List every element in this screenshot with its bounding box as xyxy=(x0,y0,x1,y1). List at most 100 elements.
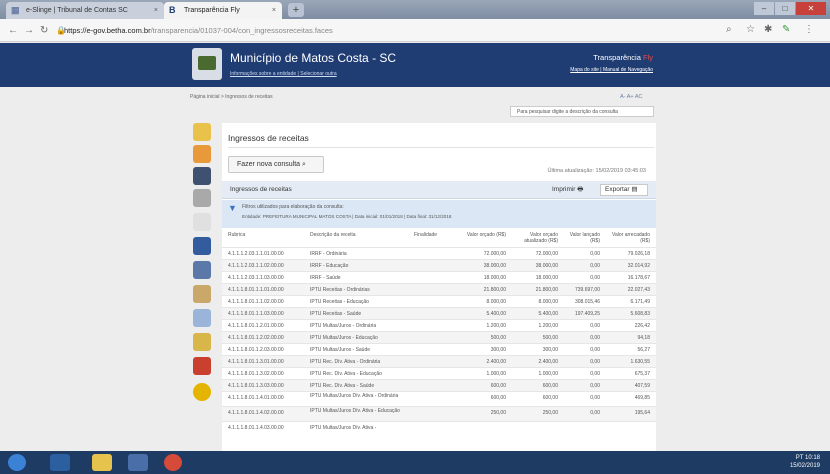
url-path: /transparencia/01037-004/con_ingressosre… xyxy=(150,26,333,35)
close-tab-icon[interactable]: × xyxy=(154,2,158,19)
new-query-button[interactable]: Fazer nova consulta ⌕ xyxy=(228,156,324,173)
cell-valor-atualizado: 250,00 xyxy=(542,410,558,416)
maximize-button[interactable]: □ xyxy=(775,2,795,15)
cell-rubrica: 4.1.1.1.8.01.1.1.03.00.00 xyxy=(228,311,284,317)
money-icon[interactable] xyxy=(193,123,211,141)
cell-rubrica: 4.1.1.1.8.01.1.1.02.00.00 xyxy=(228,299,284,305)
info-icon[interactable] xyxy=(193,383,211,401)
tab-label: Transparência Fly xyxy=(184,7,240,14)
table-row: 4.1.1.1.2.03.1.1.03.00.00 IRRF - Saúde 18.… xyxy=(222,271,656,283)
table-row: 4.1.1.1.8.01.1.3.01.00.00 IPTU Rec. Dív. … xyxy=(222,355,656,367)
cell-valor-arrecadado: 56,27 xyxy=(637,347,650,353)
cell-valor-lancado: 308.015,46 xyxy=(574,299,600,305)
url-input[interactable]: https://e-gov.betha.com.br/transparencia… xyxy=(64,23,664,38)
page-title: Ingressos de receitas xyxy=(228,133,309,143)
col-valor-lancado[interactable]: Valor lançado (R$) xyxy=(562,232,600,244)
col-finalidade[interactable]: Finalidade xyxy=(414,232,437,239)
table-row: 4.1.1.1.8.01.1.4.03.00.00 IPTU Multas/Jur… xyxy=(222,421,656,433)
cell-rubrica: 4.1.1.1.8.01.1.2.02.00.00 xyxy=(228,335,284,341)
handshake-icon[interactable] xyxy=(193,237,211,255)
report-icon[interactable] xyxy=(193,309,211,327)
municipal-crest xyxy=(192,48,222,80)
close-window-button[interactable]: ✕ xyxy=(796,2,826,15)
zoom-icon[interactable]: ⌕ xyxy=(726,24,732,35)
calendar-icon[interactable] xyxy=(193,357,211,375)
cell-valor-lancado: 0,00 xyxy=(590,395,600,401)
money-bag-icon[interactable] xyxy=(193,145,211,163)
extension-icon[interactable]: ✎ xyxy=(782,24,790,35)
reload-icon[interactable]: ↻ xyxy=(40,25,48,36)
app-icon[interactable] xyxy=(128,454,148,471)
export-button[interactable]: Exportar ▤ xyxy=(600,184,648,196)
search-icon: ⌕ xyxy=(302,161,306,168)
address-bar: ← → ↻ 🔒 https://e-gov.betha.com.br/trans… xyxy=(0,19,830,42)
cell-valor-orcado: 2.400,00 xyxy=(486,359,506,365)
cell-rubrica: 4.1.1.1.8.01.1.3.03.00.00 xyxy=(228,383,284,389)
col-valor-atualizado[interactable]: Valor orçado atualizado (R$) xyxy=(510,232,558,244)
cell-descricao: IRRF - Educação xyxy=(310,263,349,269)
forward-icon[interactable]: → xyxy=(24,25,34,36)
cell-valor-orcado: 300,00 xyxy=(490,347,506,353)
col-descricao[interactable]: Descrição da receita xyxy=(310,232,356,239)
cell-valor-arrecadado: 226,42 xyxy=(634,323,650,329)
content-panel: Ingressos de receitas Fazer nova consult… xyxy=(222,123,656,451)
entity-links[interactable]: Informações sobre a entidade | Seleciona… xyxy=(230,71,337,77)
cell-descricao: IPTU Multas/Juros - Ordinária xyxy=(310,323,377,329)
browser-tab-bar: ▦ e-Slinge | Tribunal de Contas SC × B T… xyxy=(0,0,830,19)
tab-e-sfinge[interactable]: ▦ e-Slinge | Tribunal de Contas SC × xyxy=(6,2,164,19)
start-icon[interactable] xyxy=(8,454,26,471)
cell-valor-orcado: 5.400,00 xyxy=(486,311,506,317)
close-tab-icon[interactable]: × xyxy=(272,2,276,19)
users-icon[interactable] xyxy=(193,285,211,303)
tab-transparencia[interactable]: B Transparência Fly × xyxy=(164,2,282,19)
breadcrumb[interactable]: Página inicial > Ingressos de receitas xyxy=(190,94,273,100)
menu-icon[interactable]: ⋮ xyxy=(804,24,814,35)
cell-rubrica: 4.1.1.1.8.01.1.4.01.00.00 xyxy=(228,395,284,401)
minimize-button[interactable]: – xyxy=(754,2,774,15)
table-row: 4.1.1.1.8.01.1.3.03.00.00 IPTU Rec. Dív. … xyxy=(222,379,656,391)
clock-date: 15/02/2019 xyxy=(789,463,820,469)
chrome-icon[interactable] xyxy=(164,454,182,471)
table-row: 4.1.1.1.8.01.1.1.02.00.00 IPTU Receitas -… xyxy=(222,295,656,307)
extension-icon[interactable]: ✱ xyxy=(764,24,772,35)
divider xyxy=(228,147,654,148)
cell-valor-atualizado: 5.400,00 xyxy=(538,311,558,317)
cell-descricao: IPTU Multas/Juros Dív. Ativa - Ordinária xyxy=(310,393,399,399)
document-icon[interactable] xyxy=(193,261,211,279)
media-player-icon[interactable] xyxy=(50,454,70,471)
municipality-title: Município de Matos Costa - SC xyxy=(230,51,397,65)
bookmark-star-icon[interactable]: ☆ xyxy=(746,24,755,35)
cell-valor-atualizado: 2.400,00 xyxy=(538,359,558,365)
col-valor-orcado[interactable]: Valor orçado (R$) xyxy=(448,232,506,239)
print-button[interactable]: Imprimir 🖶 xyxy=(552,185,583,196)
people-icon[interactable] xyxy=(193,213,211,231)
taskbar: PT 10:18 15/02/2019 xyxy=(0,451,830,474)
brand: Transparência Fly xyxy=(593,53,653,62)
cell-valor-arrecadado: 407,59 xyxy=(634,383,650,389)
font-size-controls[interactable]: A- A+ AC xyxy=(620,94,642,100)
cell-valor-arrecadado: 22.027,43 xyxy=(627,287,650,293)
cell-valor-arrecadado: 5.608,83 xyxy=(630,311,650,317)
brand-links[interactable]: Mapa do site | Manual de Navegação xyxy=(570,67,653,73)
chart-icon[interactable] xyxy=(193,333,211,351)
cell-valor-orcado: 600,00 xyxy=(490,383,506,389)
cell-rubrica: 4.1.1.1.8.01.1.1.01.00.00 xyxy=(228,287,284,293)
window-controls: – □ ✕ xyxy=(753,2,826,15)
truck-icon[interactable] xyxy=(193,167,211,185)
new-tab-button[interactable]: + xyxy=(288,3,304,17)
cell-descricao: IPTU Multas/Juros Dív. Ativa - Educação xyxy=(310,408,400,414)
col-rubrica[interactable]: Rubrica xyxy=(228,232,245,239)
col-valor-arrecadado[interactable]: Valor arrecadado (R$) xyxy=(604,232,650,244)
last-update: Última atualização: 15/02/2019 03:45:03 xyxy=(547,168,646,174)
folder-icon[interactable] xyxy=(92,454,112,471)
back-icon[interactable]: ← xyxy=(8,25,18,36)
cell-rubrica: 4.1.1.1.8.01.1.4.02.00.00 xyxy=(228,410,284,416)
cell-valor-arrecadado: 1.630,55 xyxy=(630,359,650,365)
cell-valor-lancado: 0,00 xyxy=(590,383,600,389)
language-indicator[interactable]: PT xyxy=(796,455,804,461)
cell-descricao: IPTU Rec. Dív. Ativa - Saúde xyxy=(310,383,375,389)
system-tray: PT 10:18 15/02/2019 xyxy=(790,454,820,470)
query-search-select[interactable]: Para pesquisar digite a descrição da con… xyxy=(510,106,654,117)
building-icon[interactable] xyxy=(193,189,211,207)
table-row: 4.1.1.1.8.01.1.2.02.00.00 IPTU Multas/Jur… xyxy=(222,331,656,343)
